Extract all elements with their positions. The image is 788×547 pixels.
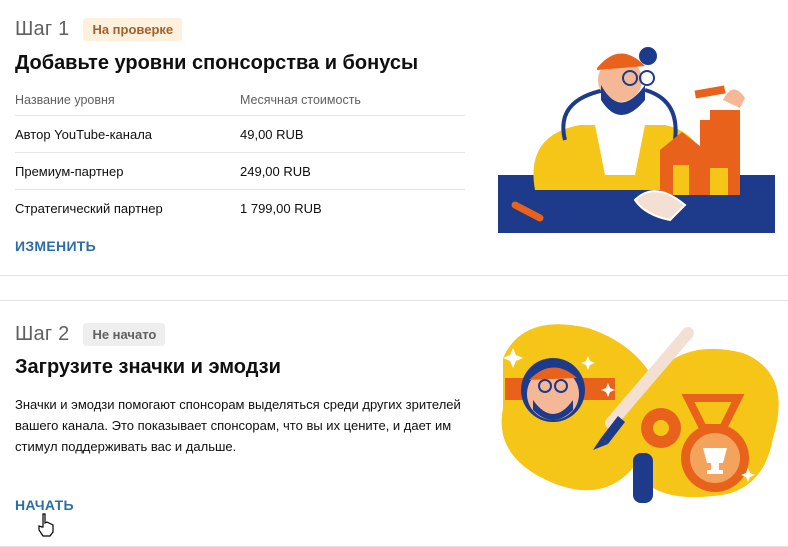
column-header-level-name: Название уровня bbox=[15, 93, 115, 107]
step-1-header: Шаг 1 На проверке bbox=[15, 18, 183, 41]
step-number: Шаг 1 bbox=[15, 18, 70, 40]
hand-pointer-cursor-icon bbox=[38, 513, 54, 537]
level-name-cell: Премиум-партнер bbox=[15, 163, 124, 179]
step-2-section: Шаг 2 Не начато Загрузите значки и эмодз… bbox=[0, 300, 788, 547]
table-row: Стратегический партнер 1 799,00 RUB bbox=[15, 190, 465, 226]
step-title: Добавьте уровни спонсорства и бонусы bbox=[15, 52, 419, 74]
status-badge: На проверке bbox=[83, 18, 183, 41]
price-cell: 49,00 RUB bbox=[240, 126, 304, 142]
edit-button[interactable]: ИЗМЕНИТЬ bbox=[15, 238, 96, 254]
builder-illustration bbox=[498, 47, 775, 233]
price-cell: 1 799,00 RUB bbox=[240, 200, 322, 216]
badges-emoji-illustration bbox=[501, 324, 779, 503]
step-description: Значки и эмодзи помогают спонсорам выдел… bbox=[15, 397, 461, 454]
sponsorship-levels-table: Название уровня Месячная стоимость Автор… bbox=[15, 93, 465, 226]
start-button[interactable]: НАЧАТЬ bbox=[15, 497, 74, 513]
section-divider bbox=[0, 275, 788, 276]
level-name-cell: Автор YouTube-канала bbox=[15, 126, 153, 142]
price-cell: 249,00 RUB bbox=[240, 163, 311, 179]
column-header-monthly-price: Месячная стоимость bbox=[240, 93, 361, 107]
table-header-row: Название уровня Месячная стоимость bbox=[15, 93, 465, 116]
table-row: Автор YouTube-канала 49,00 RUB bbox=[15, 116, 465, 153]
step-2-header: Шаг 2 Не начато bbox=[15, 323, 166, 346]
table-row: Премиум-партнер 249,00 RUB bbox=[15, 153, 465, 190]
level-name-cell: Стратегический партнер bbox=[15, 200, 163, 216]
step-1-section: Шаг 1 На проверке Добавьте уровни спонсо… bbox=[0, 0, 788, 276]
step-title: Загрузите значки и эмодзи bbox=[15, 356, 281, 378]
status-badge: Не начато bbox=[83, 323, 166, 346]
step-number: Шаг 2 bbox=[15, 323, 70, 345]
